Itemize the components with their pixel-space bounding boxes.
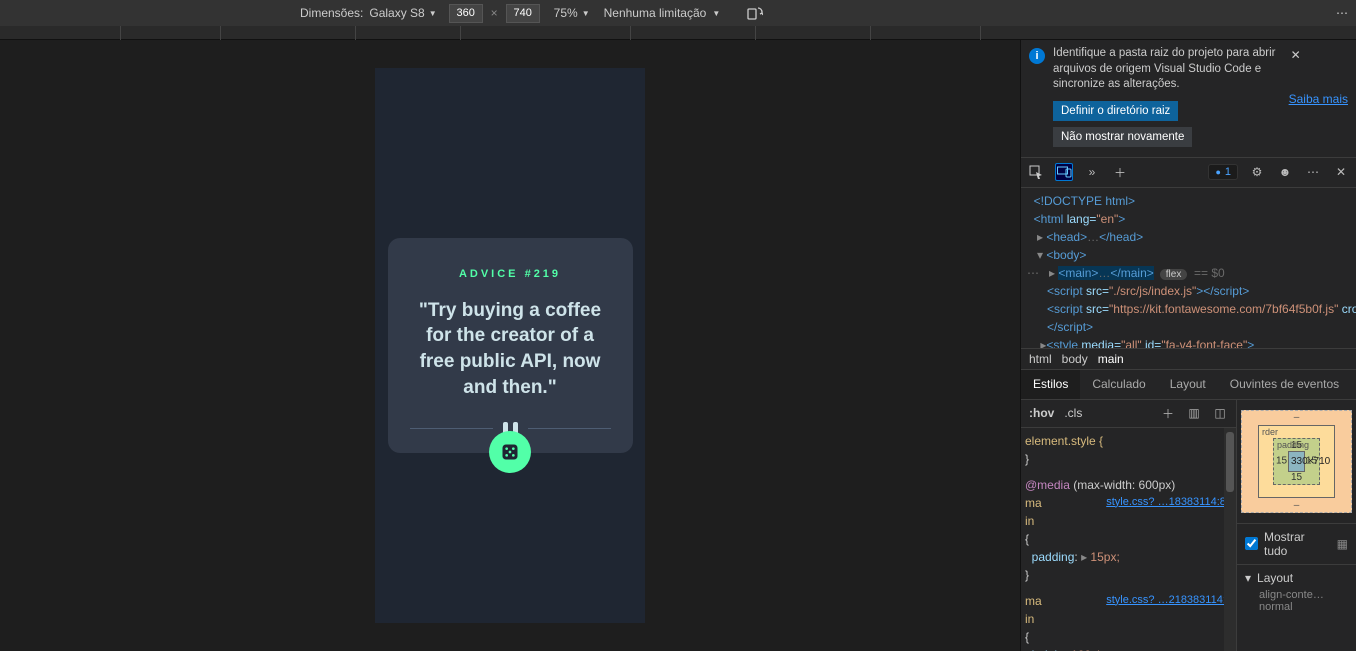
bc-body[interactable]: body (1062, 352, 1088, 366)
feedback-icon[interactable]: ☻ (1276, 163, 1294, 181)
scrollbar[interactable] (1224, 428, 1236, 651)
kebab-icon[interactable]: ⋯ (1304, 163, 1322, 181)
new-rule-icon[interactable]: ＋ (1160, 405, 1176, 421)
settings-icon[interactable]: ⚙ (1248, 163, 1266, 181)
learn-more-link[interactable]: Saiba mais (1289, 92, 1348, 106)
styles-filter-bar: :hov .cls ＋ ▥ ◫ (1021, 400, 1236, 428)
chevron-down-icon: ▾ (1245, 571, 1251, 585)
layout-section[interactable]: ▾Layout align-conte… normal (1237, 564, 1356, 619)
issues-badge[interactable]: 1 (1208, 164, 1238, 180)
set-root-button[interactable]: Definir o diretório raiz (1053, 101, 1178, 121)
bc-html[interactable]: html (1029, 352, 1052, 366)
device-viewport: ADVICE #219 "Try buying a coffee for the… (0, 40, 1020, 651)
zoom-dropdown[interactable]: 75%▼ (554, 6, 590, 20)
add-tab-icon[interactable]: ＋ (1111, 163, 1129, 181)
device-frame: ADVICE #219 "Try buying a coffee for the… (375, 68, 645, 623)
advice-card: ADVICE #219 "Try buying a coffee for the… (388, 238, 633, 454)
source-link[interactable]: style.css? …218383114:7 (1106, 592, 1232, 609)
chevron-down-icon: ▼ (712, 9, 720, 18)
ruler (0, 26, 1356, 40)
filter-icon[interactable]: ▦ (1337, 537, 1348, 551)
source-link[interactable]: style.css? …18383114:82 (1106, 494, 1232, 511)
advice-number: ADVICE #219 (410, 268, 611, 280)
info-icon: i (1029, 48, 1045, 64)
tab-computed[interactable]: Calculado (1080, 370, 1157, 399)
tab-listeners[interactable]: Ouvintes de eventos (1218, 370, 1351, 399)
dice-icon (500, 442, 520, 462)
inspect-icon[interactable] (1027, 163, 1045, 181)
infobar-message: Identifique a pasta raiz do projeto para… (1053, 46, 1281, 93)
close-icon[interactable]: ✕ (1289, 46, 1303, 64)
device-dropdown[interactable]: Galaxy S8▼ (369, 6, 436, 20)
styles-sidebar: – rder padding 15 15 15 15 330×710 (1236, 400, 1356, 651)
dimensions-label: Dimensões: (300, 6, 363, 20)
show-all-checkbox[interactable] (1245, 537, 1258, 550)
close-devtools-icon[interactable]: ✕ (1332, 163, 1350, 181)
devtools-tabstrip: » ＋ 1 ⚙ ☻ ⋯ ✕ (1021, 158, 1356, 188)
more-tabs-icon[interactable]: » (1083, 163, 1101, 181)
tab-layout[interactable]: Layout (1158, 370, 1218, 399)
chevron-down-icon: ▼ (582, 9, 590, 18)
advice-text: "Try buying a coffee for the creator of … (410, 298, 611, 401)
show-all-toggle[interactable]: Mostrar tudo ▦ (1237, 523, 1356, 564)
height-input[interactable] (506, 4, 540, 23)
dice-button[interactable] (489, 431, 531, 473)
rotate-icon[interactable] (746, 4, 764, 22)
width-input[interactable] (449, 4, 483, 23)
css-rules[interactable]: element.style { } @media (max-width: 600… (1021, 428, 1236, 651)
dom-breadcrumb: html body main (1021, 348, 1356, 370)
device-toolbar: Dimensões: Galaxy S8▼ × 75%▼ Nenhuma lim… (0, 0, 1356, 26)
dont-show-button[interactable]: Não mostrar novamente (1053, 127, 1192, 147)
throttle-dropdown[interactable]: Nenhuma limitação▼ (604, 6, 721, 20)
dimension-separator: × (491, 6, 498, 20)
chevron-down-icon: ▼ (429, 9, 437, 18)
flex-overlay-icon[interactable]: ▥ (1186, 405, 1202, 421)
cls-toggle[interactable]: .cls (1064, 406, 1082, 420)
infobar: i Identifique a pasta raiz do projeto pa… (1021, 40, 1356, 158)
styles-tabs: Estilos Calculado Layout Ouvintes de eve… (1021, 370, 1356, 400)
dom-tree[interactable]: <!DOCTYPE html> <html lang="en"> ▸ <head… (1021, 188, 1356, 348)
box-model[interactable]: – rder padding 15 15 15 15 330×710 (1237, 400, 1356, 523)
tab-styles[interactable]: Estilos (1021, 370, 1080, 399)
devtools-panel: i Identifique a pasta raiz do projeto pa… (1020, 40, 1356, 651)
more-icon[interactable]: ⋯ (1336, 6, 1348, 20)
computed-toggle-icon[interactable]: ◫ (1212, 405, 1228, 421)
bc-main[interactable]: main (1098, 352, 1124, 366)
device-mode-icon[interactable] (1055, 163, 1073, 181)
hov-toggle[interactable]: :hov (1029, 406, 1054, 420)
